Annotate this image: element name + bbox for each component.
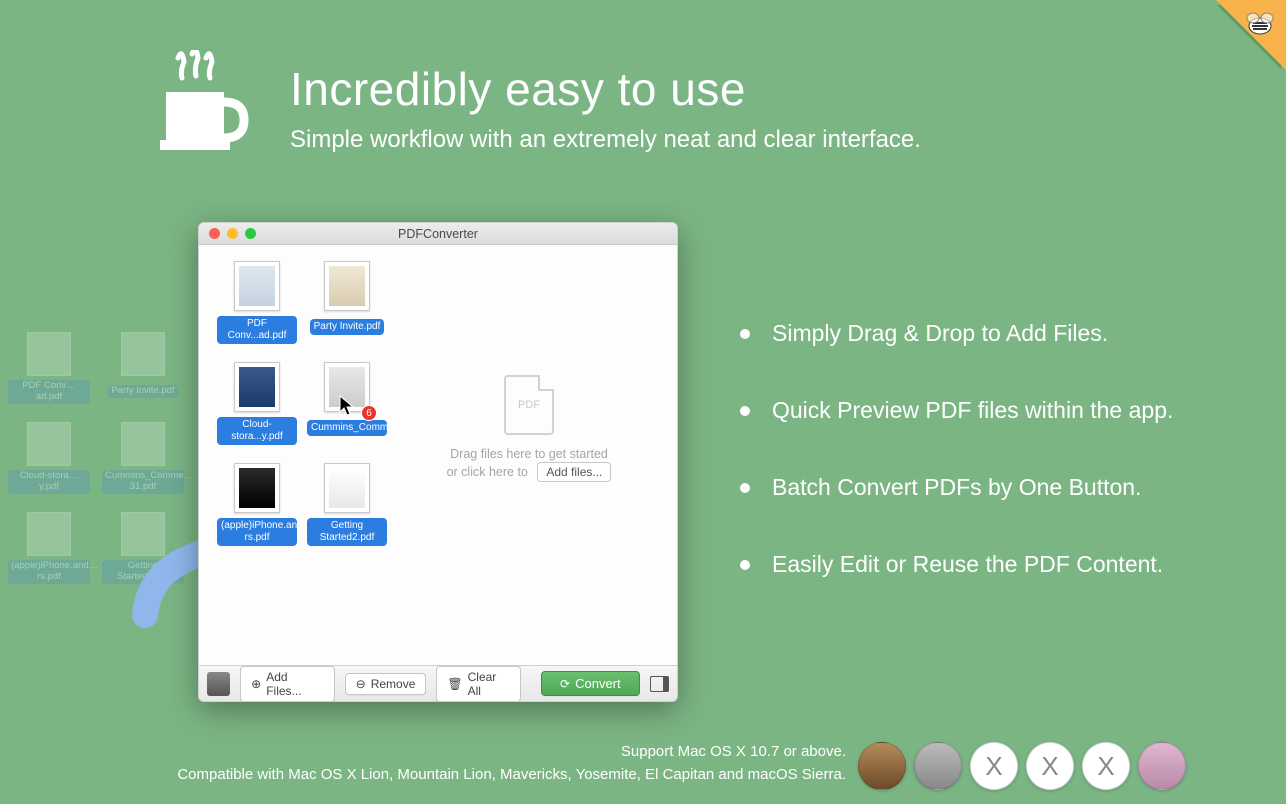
coffee-cup-icon — [150, 50, 250, 165]
hero-subtitle: Simple workflow with an extremely neat a… — [290, 126, 921, 154]
file-thumb-icon — [234, 261, 280, 311]
os-yosemite-icon: X — [1026, 742, 1074, 790]
os-mavericks-icon: X — [970, 742, 1018, 790]
file-label: Cloud-stora...y.pdf — [217, 417, 297, 445]
file-thumb-icon — [324, 261, 370, 311]
os-mountain-lion-icon — [914, 742, 962, 790]
ghost-file-label: Cloud-stora…y.pdf — [8, 470, 90, 494]
sidebar-toggle-button[interactable] — [650, 676, 669, 692]
window-titlebar[interactable]: PDFConverter — [199, 223, 677, 245]
toolbar: ⊕Add Files... ⊖Remove 🗑Clear All ⟳Conver… — [199, 665, 677, 701]
hero-title: Incredibly easy to use — [290, 62, 921, 116]
footer-line1: Support Mac OS X 10.7 or above. — [177, 741, 846, 764]
drop-text-line2: or click here to — [447, 465, 528, 479]
clear-all-button[interactable]: 🗑Clear All — [436, 666, 521, 702]
file-label: (apple)iPhone.and…rs.pdf — [217, 518, 297, 546]
convert-button[interactable]: ⟳Convert — [541, 671, 640, 696]
drag-count-badge: 6 — [361, 405, 377, 421]
footer-line2: Compatible with Mac OS X Lion, Mountain … — [177, 764, 846, 787]
app-window: PDFConverter PDF Conv...ad.pdf Party Inv… — [198, 222, 678, 702]
minus-icon: ⊖ — [356, 678, 366, 690]
drop-text-line1: Drag files here to get started — [404, 447, 654, 461]
footer-text: Support Mac OS X 10.7 or above. Compatib… — [177, 741, 846, 786]
file-label: Getting Started2.pdf — [307, 518, 387, 546]
bullet-item: Batch Convert PDFs by One Button. — [740, 474, 1173, 501]
ghost-file-label: Cummins_Comme…31.pdf — [102, 470, 184, 494]
bee-logo-icon — [1240, 4, 1280, 44]
pdf-app-icon — [207, 672, 230, 696]
os-compatibility-icons: X X X — [858, 742, 1186, 790]
file-label: PDF Conv...ad.pdf — [217, 316, 297, 344]
refresh-icon: ⟳ — [560, 678, 570, 690]
bullet-item: Quick Preview PDF files within the app. — [740, 397, 1173, 424]
bullet-item: Simply Drag & Drop to Add Files. — [740, 320, 1173, 347]
os-el-capitan-icon: X — [1082, 742, 1130, 790]
file-item[interactable]: Party Invite.pdf — [305, 261, 389, 344]
remove-button[interactable]: ⊖Remove — [345, 673, 427, 695]
file-thumb-icon — [234, 463, 280, 513]
file-label: Cummins_Comme...31.pdf — [307, 420, 387, 436]
os-sierra-icon — [1138, 742, 1186, 790]
file-item[interactable]: PDF Conv...ad.pdf — [215, 261, 299, 344]
cursor-icon — [339, 395, 357, 422]
ghost-file-label: Party Invite.pdf — [108, 385, 177, 398]
ghost-file-label: (apple)iPhone.and…rs.pdf — [8, 560, 90, 584]
trash-icon: 🗑 — [447, 678, 462, 690]
file-item[interactable]: Cloud-stora...y.pdf — [215, 362, 299, 445]
dropzone-hint: PDF Drag files here to get started or cl… — [404, 375, 654, 479]
plus-icon: ⊕ — [251, 678, 261, 690]
bullet-item: Easily Edit or Reuse the PDF Content. — [740, 551, 1173, 578]
file-thumb-icon — [234, 362, 280, 412]
ghost-file-label: PDF Conv…ad.pdf — [8, 380, 90, 404]
window-title: PDFConverter — [199, 227, 677, 241]
feature-bullets: Simply Drag & Drop to Add Files. Quick P… — [740, 320, 1173, 628]
add-files-link[interactable]: Add files... — [537, 462, 611, 482]
file-item[interactable]: Getting Started2.pdf — [305, 463, 389, 546]
file-label: Party Invite.pdf — [310, 319, 385, 335]
os-lion-icon — [858, 742, 906, 790]
add-files-button[interactable]: ⊕Add Files... — [240, 666, 334, 702]
pdf-ghost-icon: PDF — [504, 375, 554, 435]
file-drop-workzone[interactable]: PDF Conv...ad.pdf Party Invite.pdf Cloud… — [199, 245, 677, 665]
file-thumb-icon — [324, 463, 370, 513]
file-item[interactable]: (apple)iPhone.and…rs.pdf — [215, 463, 299, 546]
